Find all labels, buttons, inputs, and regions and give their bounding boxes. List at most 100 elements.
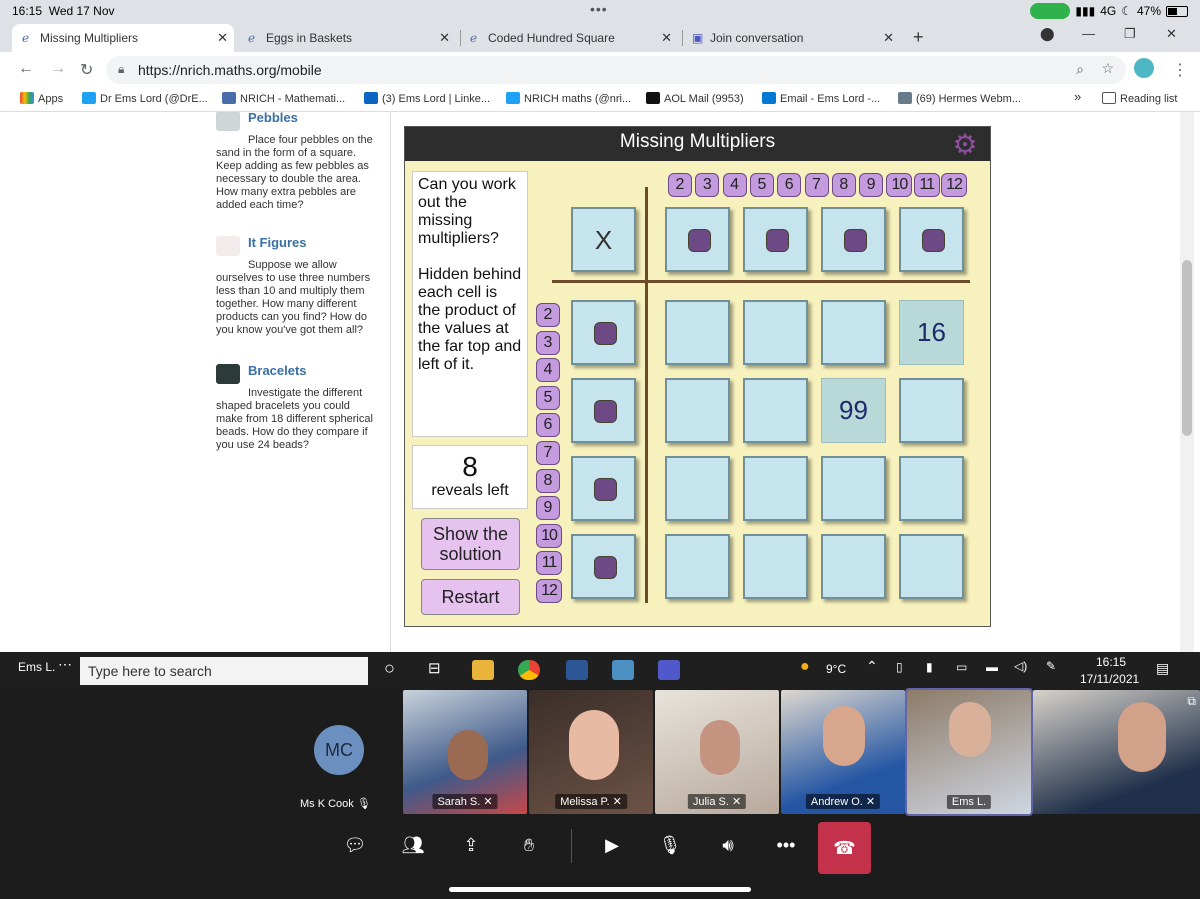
video-tile[interactable]: Julia S. ✕ xyxy=(655,690,779,814)
minimize-icon[interactable]: — xyxy=(1082,26,1095,41)
pen-icon[interactable]: ✎ xyxy=(1046,659,1056,673)
video-tile[interactable]: Sarah S. ✕ xyxy=(403,690,527,814)
bookmark-apps[interactable]: Apps xyxy=(20,92,63,105)
left-number-chip[interactable]: 7 xyxy=(536,441,560,465)
top-number-chip[interactable]: 3 xyxy=(695,173,720,197)
camera-switch-icon[interactable]: ⧉ xyxy=(1187,694,1196,709)
product-cell[interactable] xyxy=(665,456,730,521)
bookmark-item[interactable]: NRICH - Mathemati... xyxy=(222,92,345,105)
taskbar-time[interactable]: 16:15 xyxy=(1096,655,1126,669)
product-cell[interactable] xyxy=(821,456,886,521)
left-number-chip[interactable]: 10 xyxy=(536,523,562,548)
resource-bracelets[interactable]: Bracelets Investigate the different shap… xyxy=(216,364,376,452)
product-cell[interactable] xyxy=(821,300,886,365)
taskbar-date[interactable]: 17/11/2021 xyxy=(1080,672,1139,686)
tab-eggs-in-baskets[interactable]: ℯ Eggs in Baskets ✕ xyxy=(238,24,456,52)
raise-hand-icon[interactable]: ✋︎ xyxy=(513,835,545,861)
tab-search-icon[interactable]: ⬤ xyxy=(1040,26,1055,42)
reading-list[interactable]: Reading list xyxy=(1102,92,1177,105)
taskbar-search-input[interactable]: Type here to search xyxy=(80,657,368,685)
bookmark-item[interactable]: (69) Hermes Webm... xyxy=(898,92,1021,105)
left-number-chip[interactable]: 5 xyxy=(536,385,560,410)
top-number-chip[interactable]: 2 xyxy=(668,173,692,197)
hang-up-button[interactable]: ☎ xyxy=(818,822,871,874)
product-cell[interactable] xyxy=(743,378,808,443)
video-tile[interactable]: Melissa P. ✕ xyxy=(529,690,653,814)
more-options-icon[interactable]: ••• xyxy=(770,835,802,861)
self-video-tile[interactable]: ⧉ xyxy=(1033,690,1200,814)
top-number-chip[interactable]: 12 xyxy=(941,173,967,197)
top-number-chip[interactable]: 10 xyxy=(886,173,913,197)
left-number-chip[interactable]: 3 xyxy=(536,330,560,355)
scrollbar-thumb[interactable] xyxy=(1182,260,1192,436)
participants-icon[interactable]: 👥︎ xyxy=(397,835,429,861)
chat-icon[interactable]: 💬︎ xyxy=(339,835,371,861)
task-view-icon[interactable]: ⊟ xyxy=(428,659,441,677)
product-cell[interactable] xyxy=(821,534,886,599)
gear-icon[interactable]: ⚙ xyxy=(950,130,980,160)
chrome-icon[interactable] xyxy=(518,660,540,680)
tray-device-icon[interactable]: ▯ xyxy=(896,660,903,674)
more-bookmarks-icon[interactable]: » xyxy=(1074,89,1081,104)
restart-button[interactable]: Restart xyxy=(421,579,520,615)
mail-icon[interactable] xyxy=(612,660,634,680)
left-header-cell[interactable] xyxy=(571,534,636,599)
left-number-chip[interactable]: 9 xyxy=(536,496,560,521)
mute-mic-icon[interactable]: 🎙︎ xyxy=(654,835,686,861)
restore-icon[interactable]: ❐ xyxy=(1124,26,1136,42)
resource-it-figures[interactable]: It Figures Suppose we allow ourselves to… xyxy=(216,236,376,337)
close-tab-icon[interactable]: ✕ xyxy=(439,30,450,46)
top-number-chip[interactable]: 6 xyxy=(777,173,802,197)
bookmark-item[interactable]: (3) Ems Lord | Linke... xyxy=(364,92,490,105)
share-screen-icon[interactable]: ⇪ xyxy=(455,835,487,861)
word-icon[interactable] xyxy=(566,660,588,680)
taskbar-user[interactable]: Ems L. xyxy=(18,660,55,674)
bookmark-item[interactable]: AOL Mail (9953) xyxy=(646,92,744,105)
product-cell[interactable] xyxy=(665,300,730,365)
product-cell[interactable] xyxy=(899,378,964,443)
left-number-chip[interactable]: 2 xyxy=(536,303,560,327)
speaker-icon[interactable]: 🔊︎ xyxy=(712,835,744,861)
show-solution-button[interactable]: Show the solution xyxy=(421,518,520,570)
product-cell[interactable] xyxy=(743,456,808,521)
product-cell[interactable] xyxy=(899,534,964,599)
top-number-chip[interactable]: 11 xyxy=(913,173,940,197)
top-number-chip[interactable]: 8 xyxy=(831,173,856,197)
notifications-icon[interactable]: ▤ xyxy=(1156,660,1169,677)
menu-icon[interactable]: ⋮ xyxy=(1172,60,1188,80)
bookmark-star-icon[interactable]: ☆ xyxy=(1101,60,1114,77)
top-number-chip[interactable]: 5 xyxy=(749,173,774,197)
product-cell[interactable] xyxy=(665,534,730,599)
close-tab-icon[interactable]: ✕ xyxy=(883,30,894,46)
resource-title[interactable]: Pebbles xyxy=(248,112,376,124)
product-cell[interactable] xyxy=(743,300,808,365)
profile-avatar[interactable] xyxy=(1134,58,1154,78)
close-tab-icon[interactable]: ✕ xyxy=(217,30,228,46)
back-icon[interactable]: ← xyxy=(18,60,34,78)
camera-icon[interactable]: ▶ xyxy=(596,835,628,861)
resource-title[interactable]: Bracelets xyxy=(248,364,376,377)
top-number-chip[interactable]: 9 xyxy=(859,173,884,197)
address-bar[interactable]: 🔒︎ https://nrich.maths.org/mobile ⌕ ☆ xyxy=(106,56,1126,84)
left-number-chip[interactable]: 8 xyxy=(536,468,560,493)
top-number-chip[interactable]: 4 xyxy=(722,173,747,197)
resource-title[interactable]: It Figures xyxy=(248,236,376,249)
resource-pebbles[interactable]: Pebbles Place four pebbles on the sand i… xyxy=(216,112,376,212)
page-scrollbar[interactable] xyxy=(1180,112,1194,652)
microphone-icon[interactable]: ▮ xyxy=(926,660,933,674)
display-icon[interactable]: ▭ xyxy=(956,660,967,674)
left-number-chip[interactable]: 12 xyxy=(536,579,562,603)
battery-tray-icon[interactable]: ▬ xyxy=(986,660,998,674)
tray-chevron-icon[interactable]: ⌃ xyxy=(866,658,878,675)
close-window-icon[interactable]: ✕ xyxy=(1166,26,1177,42)
left-number-chip[interactable]: 11 xyxy=(536,551,562,576)
left-header-cell[interactable] xyxy=(571,300,636,365)
top-number-chip[interactable]: 7 xyxy=(804,173,829,197)
volume-icon[interactable]: ◁) xyxy=(1014,659,1027,673)
video-tile[interactable]: Andrew O. ✕ xyxy=(781,690,905,814)
new-tab-icon[interactable]: + xyxy=(913,27,924,48)
weather-temp[interactable]: 9°C xyxy=(826,662,846,676)
close-tab-icon[interactable]: ✕ xyxy=(661,30,672,46)
left-header-cell[interactable] xyxy=(571,456,636,521)
tab-missing-multipliers[interactable]: ℯ Missing Multipliers ✕ xyxy=(12,24,234,52)
